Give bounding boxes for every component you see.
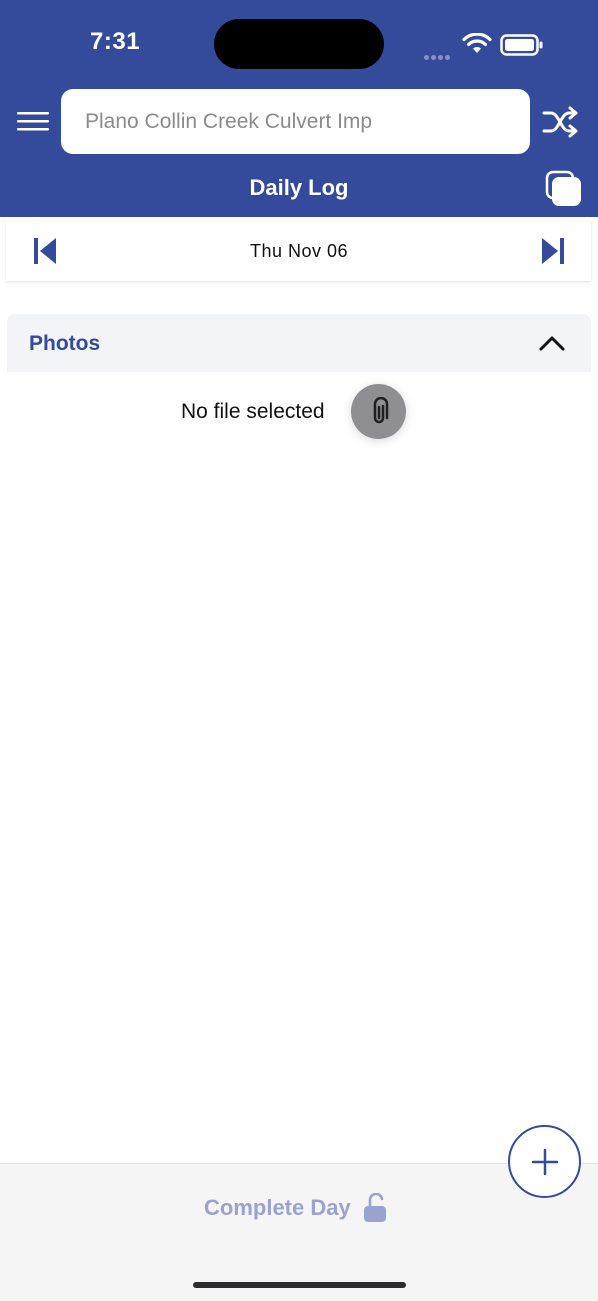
cellular-signal-icon	[424, 47, 454, 60]
plus-icon	[531, 1148, 558, 1175]
copy-icon[interactable]	[545, 170, 583, 208]
next-day-icon[interactable]	[541, 236, 565, 266]
project-search-input[interactable]	[83, 108, 530, 135]
app-header: 7:31 Daily Log	[0, 0, 598, 217]
project-search-field[interactable]	[61, 89, 530, 154]
photos-section-title: Photos	[29, 332, 101, 355]
current-date: Thu Nov 06	[249, 241, 349, 261]
complete-day-button[interactable]: Complete Day	[204, 1193, 387, 1223]
chevron-up-icon[interactable]	[539, 334, 565, 352]
paperclip-icon	[373, 396, 388, 423]
photos-section-header[interactable]: Photos	[7, 314, 591, 372]
battery-icon	[500, 34, 543, 56]
menu-icon[interactable]	[16, 108, 50, 136]
complete-day-label: Complete Day	[204, 1195, 351, 1220]
date-navigator: Thu Nov 06	[6, 221, 591, 281]
attach-file-button[interactable]	[351, 384, 406, 439]
wifi-icon	[462, 33, 492, 53]
unlocked-icon	[363, 1193, 386, 1222]
bottom-action-bar	[0, 1163, 598, 1301]
status-time: 7:31	[90, 28, 141, 55]
shuffle-icon[interactable]	[541, 105, 581, 139]
no-file-label: No file selected	[181, 400, 325, 423]
dynamic-island	[214, 19, 384, 69]
home-indicator	[193, 1282, 406, 1288]
page-title: Daily Log	[249, 175, 349, 200]
add-button[interactable]	[508, 1125, 581, 1198]
